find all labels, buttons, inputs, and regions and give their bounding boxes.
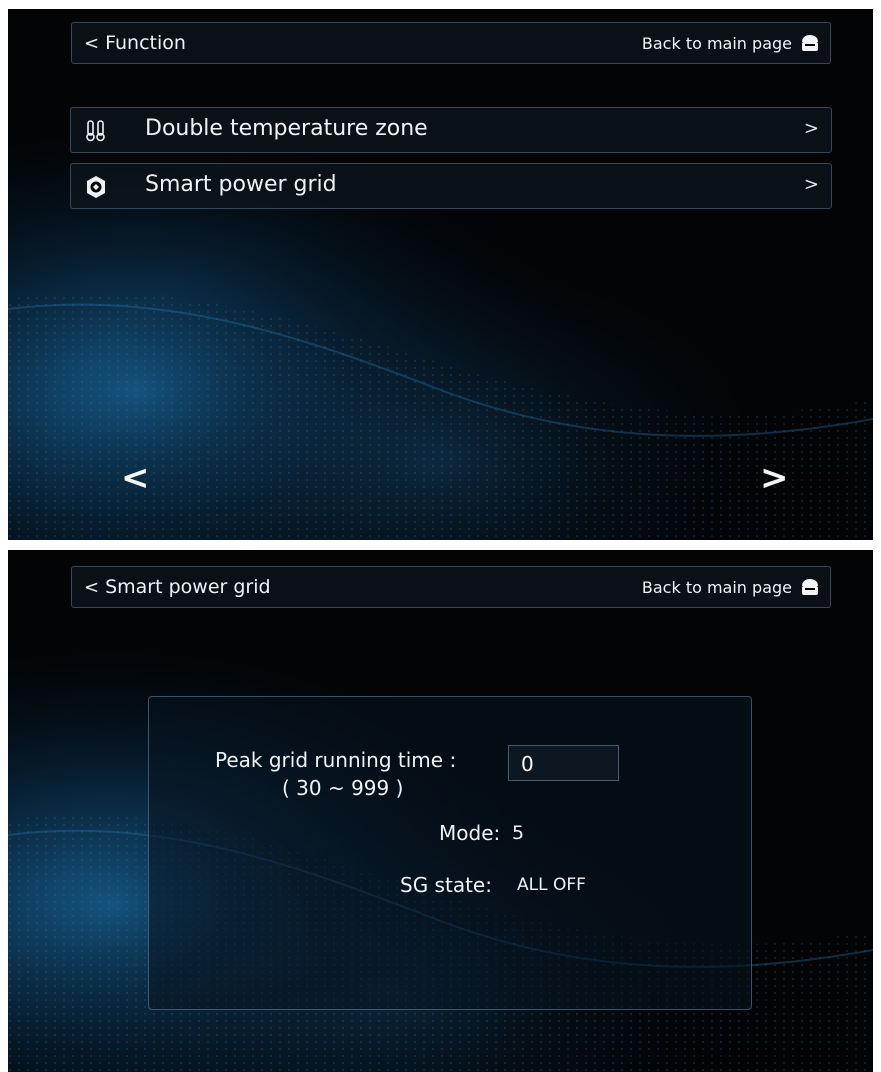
header-title: Function (105, 32, 186, 54)
back-to-main-button[interactable]: Back to main page (642, 577, 820, 597)
smart-power-grid-screen: < Smart power grid Back to main page Peak… (8, 550, 873, 1072)
sg-state-value: ALL OFF (517, 875, 586, 895)
back-to-main-label: Back to main page (641, 577, 792, 597)
peak-grid-time-label: Peak grid running time : (215, 748, 457, 772)
menu-item-label: Double temperature zone (145, 116, 428, 141)
header-bar: < Smart power grid Back to main page (71, 566, 831, 608)
back-to-main-label: Back to main page (641, 33, 792, 53)
home-icon (802, 579, 818, 595)
settings-panel: Peak grid running time : 0 ( 30 ~ 999 ) … (148, 696, 752, 1010)
home-icon (802, 35, 818, 51)
menu-item-smart-power-grid[interactable]: Smart power grid > (70, 163, 832, 209)
thermometer-icon (86, 120, 105, 142)
chevron-left-icon: < (84, 33, 100, 54)
header-title: Smart power grid (105, 576, 271, 598)
chevron-left-icon: < (84, 577, 100, 598)
menu-item-double-temperature-zone[interactable]: Double temperature zone > (70, 107, 832, 153)
next-page-button[interactable]: > (760, 461, 789, 495)
function-screen: < Function Back to main page Double tempe… (8, 9, 873, 540)
mode-label: Mode: (439, 821, 501, 845)
header-bar: < Function Back to main page (71, 22, 831, 64)
peak-grid-time-range: ( 30 ~ 999 ) (282, 776, 404, 800)
peak-grid-time-input[interactable]: 0 (508, 745, 619, 781)
back-button[interactable]: < Smart power grid (84, 576, 271, 598)
chevron-right-icon: > (803, 118, 819, 139)
menu-item-label: Smart power grid (145, 172, 337, 197)
sg-state-label: SG state: (400, 873, 492, 897)
previous-page-button[interactable]: < (121, 461, 150, 495)
back-to-main-button[interactable]: Back to main page (642, 33, 820, 53)
chevron-right-icon: > (803, 174, 819, 195)
power-grid-icon (87, 176, 105, 198)
back-button[interactable]: < Function (84, 32, 186, 54)
mode-value: 5 (512, 822, 525, 844)
